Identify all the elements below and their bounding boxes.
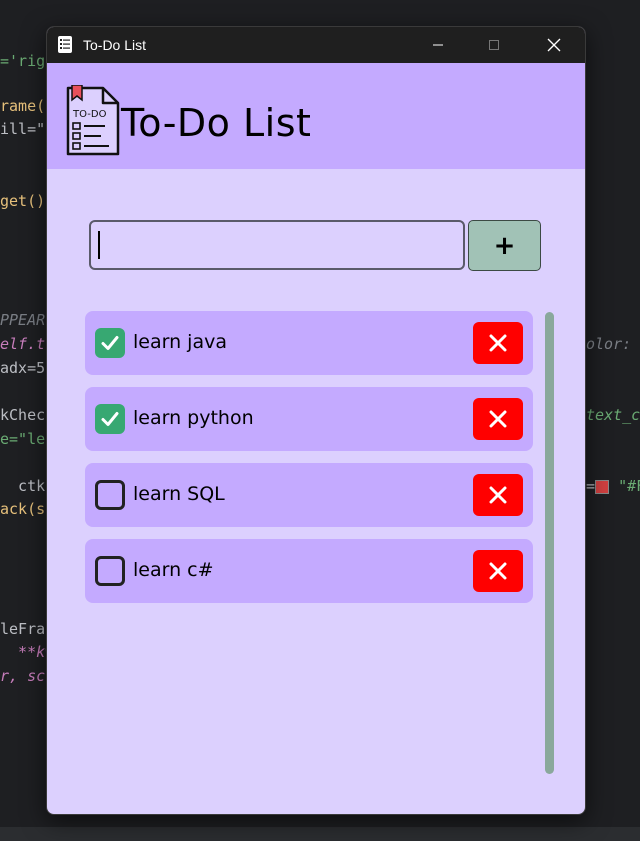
- task-label: learn java: [133, 331, 227, 353]
- code-fragment: olor: c: [586, 335, 632, 353]
- code-fragment: ='rig: [0, 52, 46, 70]
- task-label: learn c#: [133, 559, 214, 581]
- task-checkbox[interactable]: [95, 480, 125, 510]
- code-fragment: get(): [0, 192, 46, 210]
- scrollbar-thumb[interactable]: [545, 312, 554, 774]
- code-fragment: r, sc: [0, 667, 46, 685]
- code-fragment: adx=5: [0, 359, 46, 377]
- text-caret: [98, 231, 100, 259]
- title-bar[interactable]: To-Do List: [47, 27, 585, 63]
- delete-task-button[interactable]: [473, 322, 523, 364]
- task-item: learn SQL: [85, 463, 533, 527]
- task-item: learn c#: [85, 539, 533, 603]
- task-input[interactable]: [89, 220, 465, 270]
- code-token: "#F: [618, 477, 640, 495]
- code-fragment: rame(: [0, 97, 45, 115]
- code-token: rame(: [0, 97, 46, 115]
- x-icon: [489, 562, 507, 580]
- task-list-scrollbar[interactable]: [545, 312, 554, 774]
- code-fragment: PPEAR: [0, 311, 46, 329]
- window-title: To-Do List: [83, 37, 147, 53]
- task-checkbox[interactable]: [95, 328, 125, 358]
- maximize-button[interactable]: [471, 27, 517, 63]
- code-fragment: ack(s: [0, 500, 46, 518]
- code-fragment: ill=": [0, 120, 46, 138]
- page-title: To-Do List: [121, 101, 312, 145]
- task-item: learn java: [85, 311, 533, 375]
- add-task-button[interactable]: +: [468, 220, 541, 271]
- minimize-button[interactable]: [415, 27, 461, 63]
- logo-text: TO-DO: [72, 109, 107, 120]
- code-fragment: text_c: [586, 406, 640, 424]
- code-fragment: kChec: [0, 406, 46, 424]
- task-label: learn SQL: [133, 483, 225, 505]
- x-icon: [489, 410, 507, 428]
- code-fragment: leFra: [0, 620, 46, 638]
- close-button[interactable]: [531, 27, 577, 63]
- todo-list-icon: [58, 36, 72, 53]
- task-label: learn python: [133, 407, 254, 429]
- code-fragment: = "#F: [586, 477, 640, 495]
- code-fragment: e="le: [0, 430, 46, 448]
- todo-clipboard-icon: TO-DO: [66, 85, 120, 156]
- delete-task-button[interactable]: [473, 550, 523, 592]
- task-item: learn python: [85, 387, 533, 451]
- delete-task-button[interactable]: [473, 474, 523, 516]
- check-icon: [101, 336, 119, 350]
- x-icon: [489, 334, 507, 352]
- minimize-icon: [433, 44, 443, 46]
- task-checkbox[interactable]: [95, 404, 125, 434]
- editor-status-strip: [0, 827, 640, 841]
- code-fragment: elf.t: [0, 335, 46, 353]
- x-icon: [489, 486, 507, 504]
- app-header: TO-DO To-Do List: [47, 63, 585, 169]
- delete-task-button[interactable]: [473, 398, 523, 440]
- color-swatch: [595, 479, 610, 494]
- maximize-icon: [489, 40, 499, 50]
- task-list: learn java learn python learn SQL learn …: [85, 311, 535, 781]
- close-icon: [547, 38, 561, 52]
- check-icon: [101, 412, 119, 426]
- todo-window: To-Do List TO-DO To-Do List + learn java…: [46, 26, 586, 815]
- task-checkbox[interactable]: [95, 556, 125, 586]
